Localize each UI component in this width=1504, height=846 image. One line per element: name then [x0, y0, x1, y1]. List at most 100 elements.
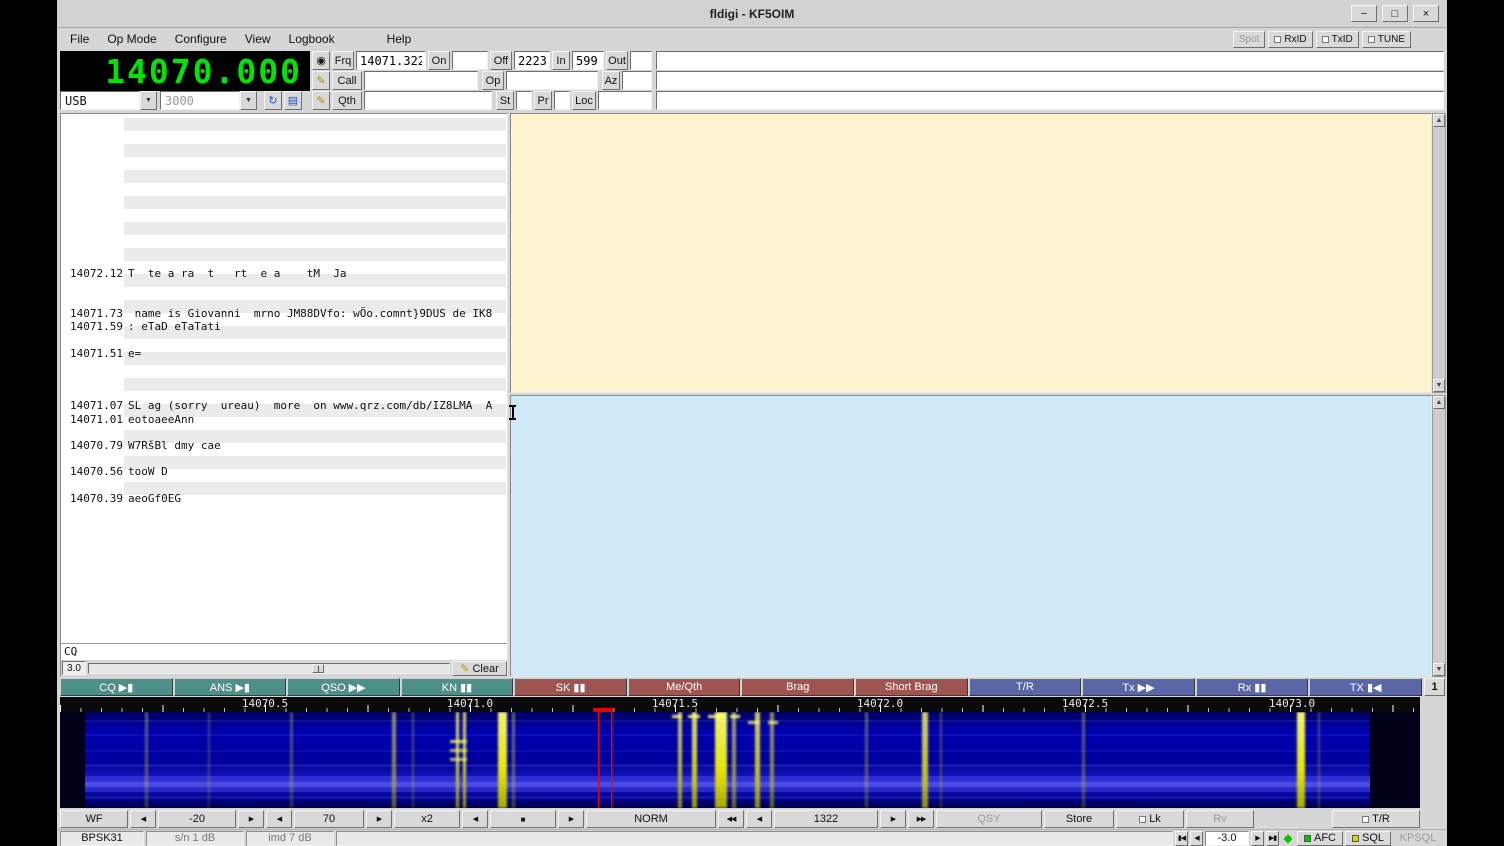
- scroll-down-icon[interactable]: ▼: [1433, 379, 1445, 392]
- macro-set-button[interactable]: 1: [1424, 678, 1445, 696]
- tx-scrollbar[interactable]: ▲ ▼: [1432, 395, 1446, 677]
- notes-field-2[interactable]: [656, 71, 1444, 90]
- mode-indicator[interactable]: BPSK31: [60, 831, 144, 846]
- menu-logbook[interactable]: Logbook: [280, 30, 344, 48]
- rx-scrollbar[interactable]: ▲ ▼: [1432, 113, 1446, 393]
- macro-button-qso[interactable]: QSO ▶▶: [287, 678, 400, 696]
- call-tag-icon[interactable]: ✎: [312, 71, 330, 90]
- upper-signal-up-icon[interactable]: ▶: [238, 810, 264, 828]
- txid-toggle[interactable]: TxID: [1316, 31, 1359, 48]
- op-input[interactable]: [506, 71, 598, 90]
- az-input[interactable]: [622, 71, 652, 90]
- qth-tag-icon[interactable]: ✎: [312, 91, 330, 110]
- browser-line[interactable]: 14070.56tooW D: [61, 465, 507, 478]
- squelch-slider-thumb[interactable]: [312, 664, 324, 673]
- notes-field-1[interactable]: [656, 51, 1444, 70]
- sideband-arrow-icon[interactable]: ▼: [140, 91, 157, 110]
- browser-line[interactable]: 14071.59: eTaD eTaTati: [61, 320, 507, 333]
- range-down-icon[interactable]: ◀: [266, 810, 292, 828]
- frequency-display[interactable]: 14070.000: [60, 51, 310, 91]
- browser-line[interactable]: 14071.07SL ag (sorry ureau) more on www.…: [61, 399, 507, 412]
- az-label[interactable]: Az: [602, 71, 620, 90]
- wf-mode-button[interactable]: WF: [60, 810, 128, 828]
- bandwidth-select[interactable]: 3000: [160, 91, 240, 110]
- speed-button[interactable]: NORM: [586, 810, 716, 828]
- reverse-button[interactable]: Rv: [1186, 810, 1254, 828]
- menu-help[interactable]: Help: [378, 30, 421, 48]
- close-button[interactable]: ×: [1413, 5, 1439, 22]
- macro-button-tx[interactable]: Tx ▶▶: [1082, 678, 1195, 696]
- carrier-down-icon[interactable]: ◀: [746, 810, 772, 828]
- notes-field-3[interactable]: [656, 91, 1444, 110]
- menu-configure[interactable]: Configure: [166, 30, 236, 48]
- off-label[interactable]: Off: [490, 51, 512, 70]
- op-label[interactable]: Op: [482, 71, 504, 90]
- zoom-button[interactable]: x2: [394, 810, 460, 828]
- rst-out-label[interactable]: Out: [606, 51, 628, 70]
- offset-seek-start-icon[interactable]: ▮◀: [1175, 831, 1188, 846]
- frq-label[interactable]: Frq: [332, 51, 354, 70]
- loc-input[interactable]: [598, 91, 652, 110]
- pr-input[interactable]: [554, 91, 570, 110]
- waterfall-display[interactable]: [60, 712, 1420, 808]
- pr-label[interactable]: Pr: [534, 91, 552, 110]
- frq-input[interactable]: [356, 51, 426, 70]
- clear-button[interactable]: ✎ Clear: [452, 661, 507, 676]
- st-label[interactable]: St: [496, 91, 514, 110]
- loc-label[interactable]: Loc: [572, 91, 596, 110]
- menu-view[interactable]: View: [236, 30, 280, 48]
- upper-signal-down-icon[interactable]: ◀: [130, 810, 156, 828]
- browser-line[interactable]: 14070.79W7RšBl dmy cae: [61, 439, 507, 452]
- rst-in-label[interactable]: In: [552, 51, 570, 70]
- scroll-up-icon[interactable]: ▲: [1433, 114, 1445, 127]
- range-up-icon[interactable]: ▶: [366, 810, 392, 828]
- macro-button-me-qth[interactable]: Me/Qth: [628, 678, 741, 696]
- afc-toggle[interactable]: AFC: [1297, 831, 1343, 846]
- browser-line[interactable]: 14072.12T te a ra t rt e a tM Ja: [61, 267, 507, 280]
- scroll-up-icon[interactable]: ▲: [1433, 396, 1445, 409]
- offset-seek-end-icon[interactable]: ▶▮: [1266, 831, 1279, 846]
- carrier-ffwd-icon[interactable]: ▶▶: [908, 810, 934, 828]
- qsy-button[interactable]: QSY: [936, 810, 1042, 828]
- offset-up-icon[interactable]: ▶: [1251, 831, 1264, 846]
- store-button[interactable]: Store: [1044, 810, 1114, 828]
- offset-down-icon[interactable]: ◀: [1190, 831, 1203, 846]
- macro-button-tr[interactable]: T/R: [969, 678, 1082, 696]
- menu-file[interactable]: File: [61, 30, 98, 48]
- tr-toggle[interactable]: T/R: [1332, 810, 1420, 828]
- on-input[interactable]: [452, 51, 488, 70]
- macro-button-ans[interactable]: ANS ▶▮: [174, 678, 287, 696]
- st-input[interactable]: [516, 91, 532, 110]
- minimize-button[interactable]: −: [1351, 5, 1377, 22]
- macro-button-kn[interactable]: KN ▮▮: [401, 678, 514, 696]
- lock-toggle[interactable]: Lk: [1116, 810, 1184, 828]
- browser-line[interactable]: 14071.73 name is Giovanni mrno JM88DVfo:…: [61, 307, 507, 320]
- call-label[interactable]: Call: [332, 71, 362, 90]
- macro-button-cq[interactable]: CQ ▶▮: [60, 678, 173, 696]
- carrier-rew-icon[interactable]: ◀◀: [718, 810, 744, 828]
- call-input[interactable]: [364, 71, 478, 90]
- off-input[interactable]: [514, 51, 550, 70]
- spot-toggle[interactable]: Spot: [1233, 31, 1266, 48]
- on-label[interactable]: On: [428, 51, 450, 70]
- menu-op-mode[interactable]: Op Mode: [98, 30, 165, 48]
- stop-icon[interactable]: ■: [490, 810, 556, 828]
- sql-toggle[interactable]: SQL: [1345, 831, 1391, 846]
- rst-out-input[interactable]: [630, 51, 652, 70]
- rxid-toggle[interactable]: RxID: [1268, 31, 1312, 48]
- rst-in-input[interactable]: [572, 51, 604, 70]
- scroll-down-icon[interactable]: ▼: [1433, 663, 1445, 676]
- squelch-slider[interactable]: [88, 663, 450, 674]
- macro-button-rx[interactable]: Rx ▮▮: [1196, 678, 1309, 696]
- refresh-icon[interactable]: ↻: [264, 91, 282, 110]
- signal-browser[interactable]: 14072.12T te a ra t rt e a tM Ja 14071.7…: [60, 113, 508, 677]
- maximize-button[interactable]: □: [1382, 5, 1408, 22]
- browser-line[interactable]: 14071.51e=: [61, 347, 507, 360]
- browser-line[interactable]: 14070.39aeoGf0EG: [61, 492, 507, 505]
- dial-icon[interactable]: ◉: [312, 51, 330, 70]
- macro-button-short-brag[interactable]: Short Brag: [855, 678, 968, 696]
- tx-text-panel[interactable]: [510, 395, 1432, 677]
- kpsql-toggle[interactable]: KPSQL: [1393, 831, 1443, 846]
- carrier-up-icon[interactable]: ▶: [880, 810, 906, 828]
- qth-input[interactable]: [364, 91, 492, 110]
